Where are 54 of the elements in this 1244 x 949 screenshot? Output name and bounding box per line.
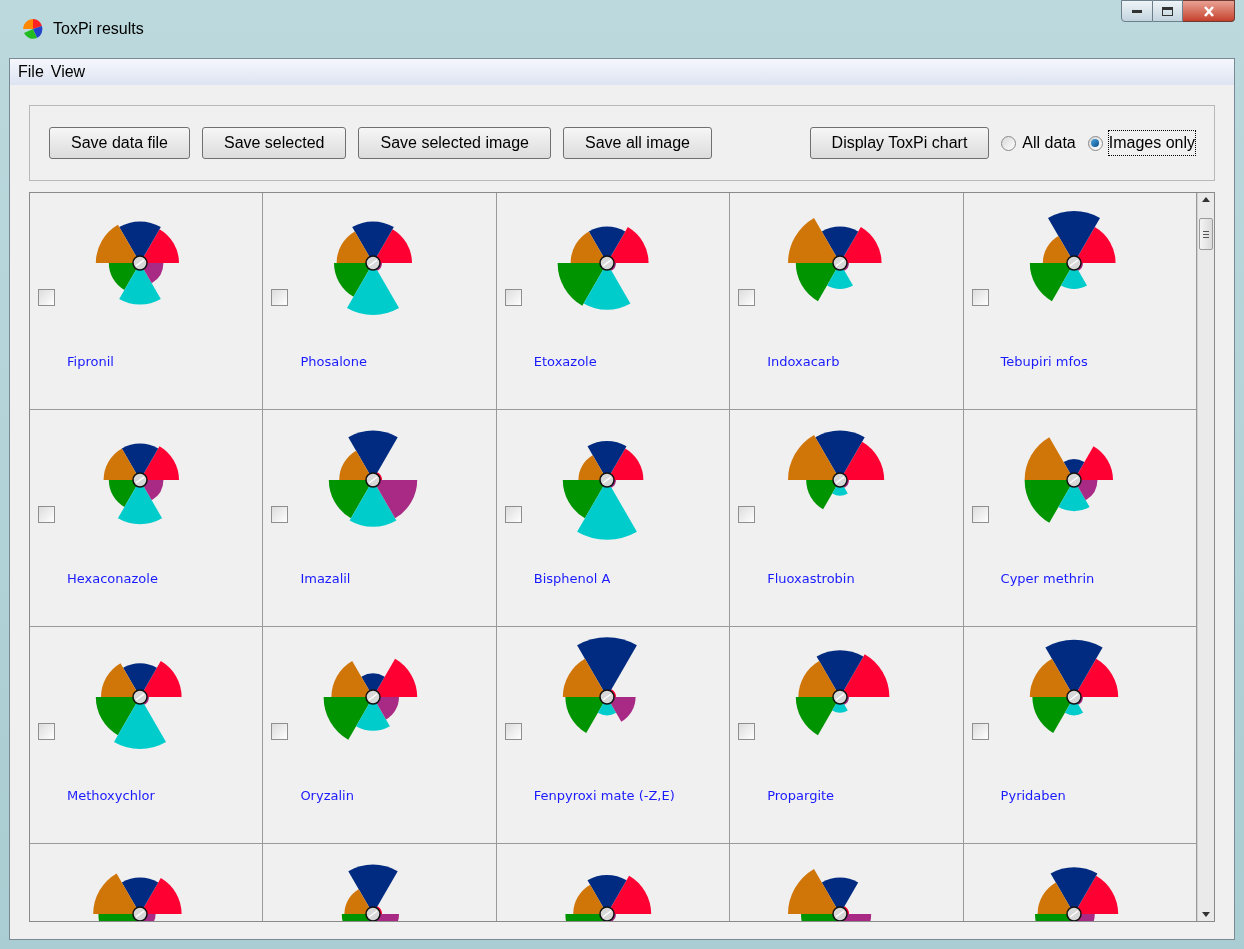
checkbox[interactable]	[38, 506, 55, 523]
checkbox[interactable]	[971, 723, 989, 740]
checkbox[interactable]	[271, 723, 289, 740]
minimize-icon	[1132, 9, 1142, 13]
chemical-name: Indoxacarb	[767, 355, 841, 369]
checkbox[interactable]	[504, 289, 522, 306]
menu-item[interactable]: File	[18, 60, 44, 84]
chemical-name: Fipronil	[67, 355, 115, 369]
chemical-name: Etoxazole	[533, 355, 598, 369]
checkbox[interactable]	[38, 289, 55, 306]
menu-item[interactable]: View	[50, 60, 86, 84]
checkbox[interactable]	[738, 723, 756, 740]
maximize-icon	[1162, 6, 1173, 16]
maximize-button[interactable]	[1153, 0, 1183, 22]
toxpi-chart-drawing	[342, 864, 400, 921]
chemical-name: Imazalil	[300, 572, 352, 586]
checkbox[interactable]	[271, 289, 289, 306]
radio-button[interactable]	[1087, 135, 1103, 151]
chemical-name: Oryzalin	[300, 789, 355, 803]
toolbar-button[interactable]: Save all image	[563, 127, 712, 159]
window-title: ToxPi results	[53, 19, 144, 39]
chemical-name: Propargite	[767, 789, 836, 803]
checkbox[interactable]	[971, 289, 989, 306]
toolbar-button[interactable]: Save selected	[201, 127, 347, 159]
chemical-name: Hexaconazole	[67, 572, 159, 586]
radio-label: All data	[1022, 133, 1076, 153]
scroll-down-icon	[1202, 912, 1210, 917]
scrollbar-thumb[interactable]	[1199, 218, 1213, 250]
scrollbar[interactable]	[1197, 193, 1214, 921]
checkbox[interactable]	[504, 723, 522, 740]
toolbar-button[interactable]: Display ToxPi chart	[809, 127, 990, 159]
chemical-name: Cyper methrin	[1000, 572, 1096, 586]
chemical-name: Pyridaben	[1000, 789, 1067, 803]
chemical-name: Phosalone	[300, 355, 368, 369]
checkbox[interactable]	[504, 506, 522, 523]
app-logo-icon	[21, 17, 45, 41]
checkbox[interactable]	[271, 506, 289, 523]
close-icon	[1202, 5, 1215, 17]
chemical-name: Fenpyroxi mate (-Z,E)	[533, 789, 676, 803]
checkbox[interactable]	[738, 289, 756, 306]
radio-button[interactable]	[1001, 135, 1017, 151]
minimize-button[interactable]	[1121, 0, 1153, 22]
toolbar-button[interactable]: Save data file	[49, 127, 190, 159]
toolbar-button[interactable]: Save selected image	[358, 127, 551, 159]
chemical-name: Bisphenol A	[533, 572, 612, 586]
chemical-name: Fluoxastrobin	[767, 572, 856, 586]
chemical-name: Tebupiri mfos	[1000, 355, 1089, 369]
close-button[interactable]	[1183, 0, 1235, 22]
chemical-name: Methoxychlor	[67, 789, 156, 803]
checkbox[interactable]	[971, 506, 989, 523]
checkbox[interactable]	[738, 506, 756, 523]
scroll-up-icon	[1202, 197, 1210, 202]
checkbox[interactable]	[38, 723, 55, 740]
radio-label: Images only	[1108, 131, 1195, 155]
